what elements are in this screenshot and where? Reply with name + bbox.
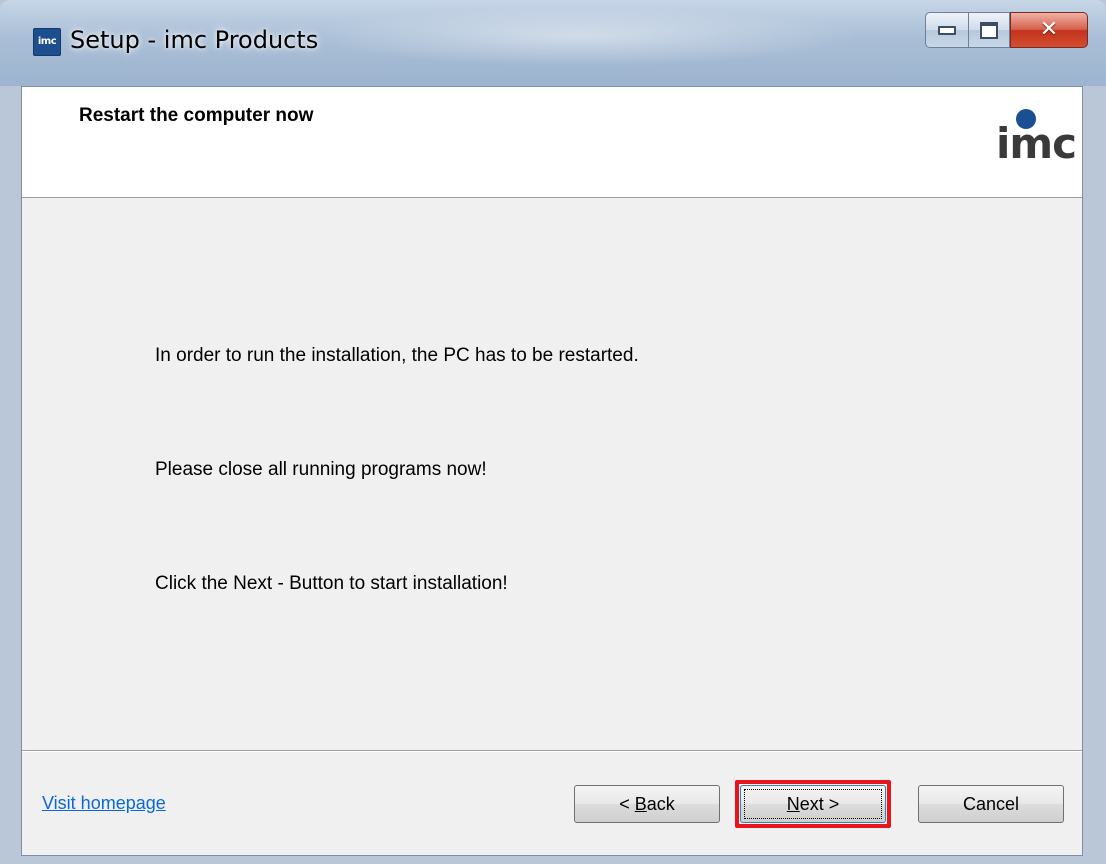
minimize-icon — [938, 25, 956, 35]
window-title: Setup - imc Products — [70, 26, 319, 54]
title-bar[interactable]: imc Setup - imc Products ✕ — [0, 0, 1106, 86]
back-label-mnemonic: B — [634, 793, 647, 814]
maximize-button[interactable] — [969, 12, 1010, 48]
minimize-button[interactable] — [925, 12, 969, 48]
titlebar-glass — [300, 6, 860, 66]
caption-buttons: ✕ — [925, 12, 1088, 48]
cancel-button[interactable]: Cancel — [918, 785, 1064, 823]
restart-message: In order to run the installation, the PC… — [155, 345, 639, 366]
back-label-rest: ack — [646, 793, 675, 814]
close-icon: ✕ — [1039, 17, 1059, 42]
close-button[interactable]: ✕ — [1010, 12, 1088, 48]
wizard-body: Restart the computer now imc In order to… — [21, 86, 1083, 856]
wizard-header: Restart the computer now imc — [22, 87, 1082, 198]
back-button[interactable]: < Back — [574, 785, 720, 823]
page-title: Restart the computer now — [79, 105, 314, 126]
back-label-prefix: < — [619, 793, 635, 814]
close-programs-message: Please close all running programs now! — [155, 459, 487, 480]
next-instruction-message: Click the Next - Button to start install… — [155, 573, 508, 594]
app-icon[interactable]: imc — [33, 28, 61, 56]
imc-logo: imc — [972, 109, 1082, 179]
footer-divider — [22, 750, 1082, 752]
logo-text: imc — [996, 119, 1077, 168]
visit-homepage-link[interactable]: Visit homepage — [42, 793, 166, 814]
maximize-icon — [980, 21, 998, 39]
setup-window: imc Setup - imc Products ✕ Restart the c… — [0, 0, 1106, 864]
next-button-highlight — [735, 780, 891, 828]
